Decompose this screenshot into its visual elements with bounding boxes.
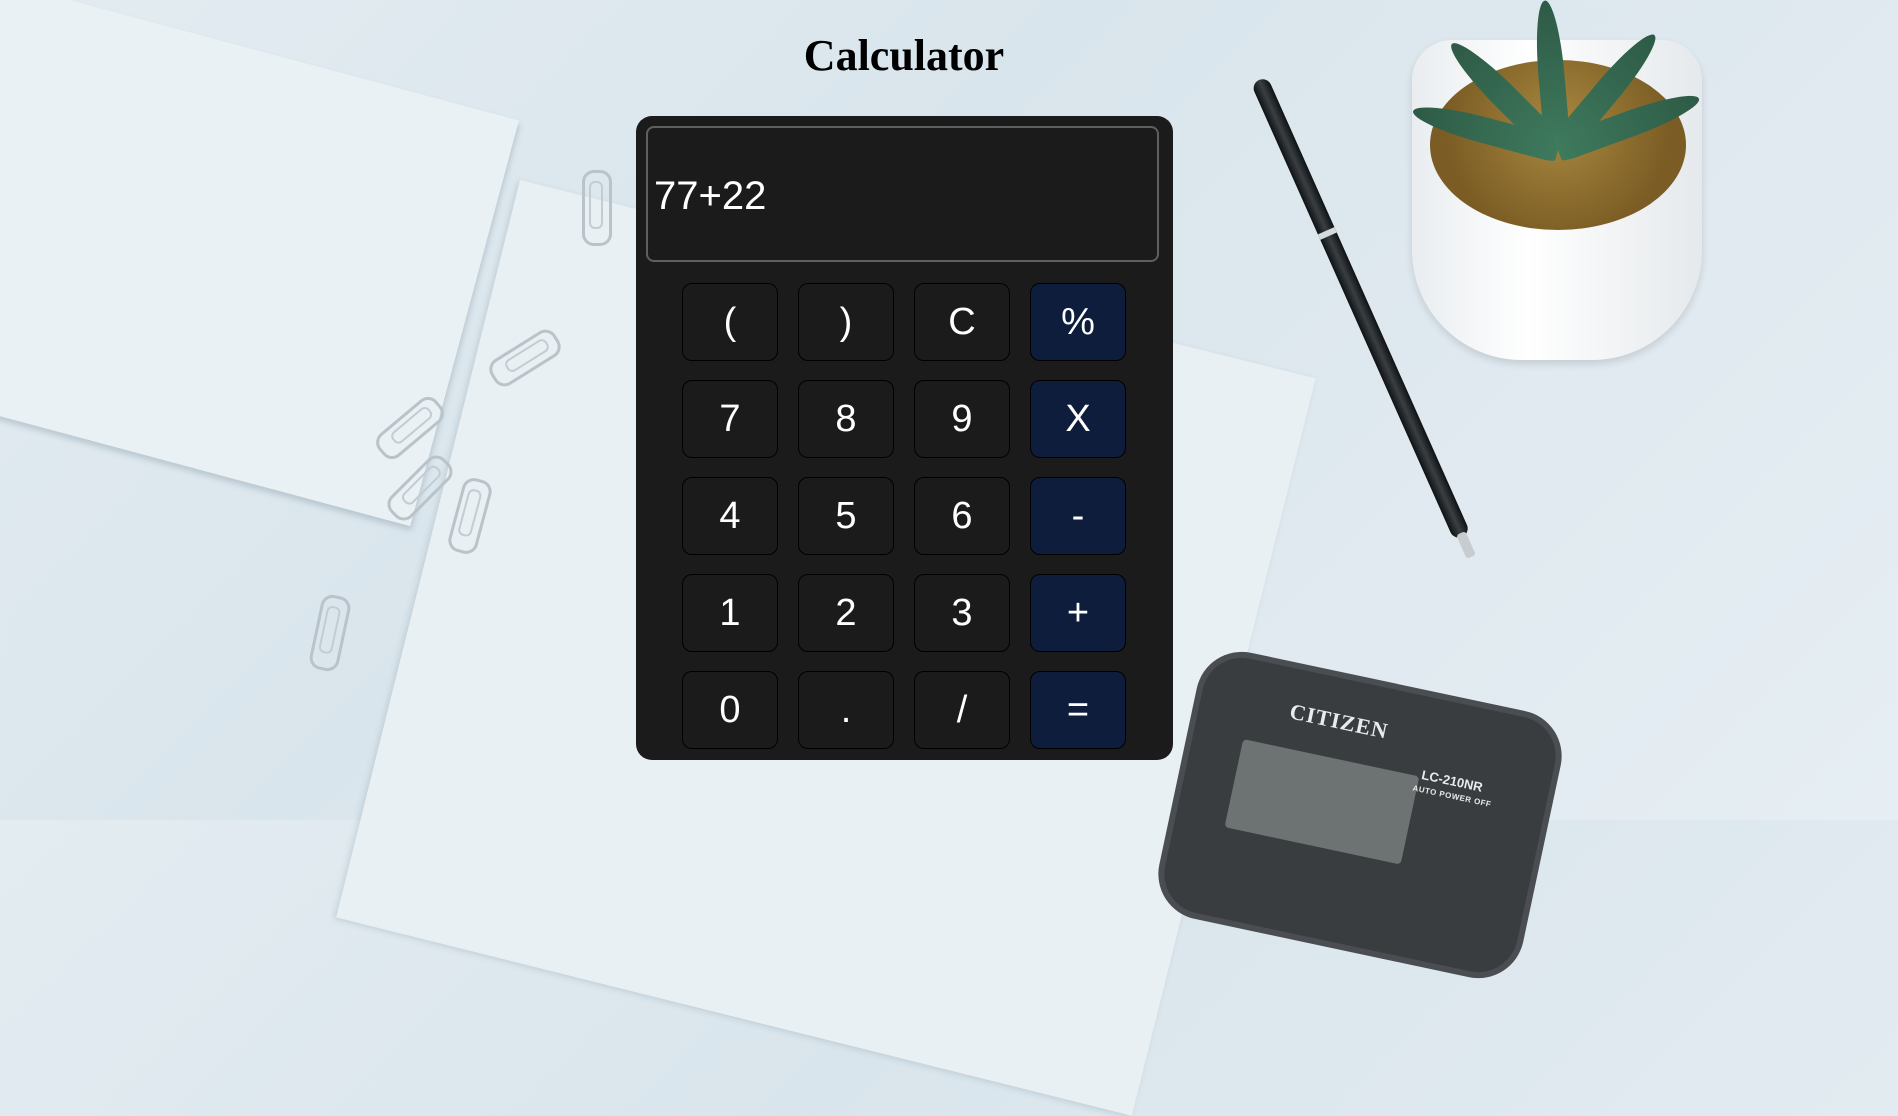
digit-2-key[interactable]: 2 — [798, 574, 894, 652]
divide-key[interactable]: / — [914, 671, 1010, 749]
digit-4-key[interactable]: 4 — [682, 477, 778, 555]
open-paren-key[interactable]: ( — [682, 283, 778, 361]
percent-key[interactable]: % — [1030, 283, 1126, 361]
decimal-key[interactable]: . — [798, 671, 894, 749]
digit-9-key[interactable]: 9 — [914, 380, 1010, 458]
digit-6-key[interactable]: 6 — [914, 477, 1010, 555]
calculator-panel: 77+22 () C% 7 8 9 X 4 5 6- 1 2 3 +0. / = — [636, 116, 1173, 760]
paperclip-icon — [582, 170, 612, 246]
digit-1-key[interactable]: 1 — [682, 574, 778, 652]
digit-0-key[interactable]: 0 — [682, 671, 778, 749]
digit-7-key[interactable]: 7 — [682, 380, 778, 458]
close-paren-key[interactable]: ) — [798, 283, 894, 361]
add-key[interactable]: + — [1030, 574, 1126, 652]
page-title: Calculator — [803, 31, 1005, 80]
clear-key[interactable]: C — [914, 283, 1010, 361]
digit-5-key[interactable]: 5 — [798, 477, 894, 555]
paperclip-icon — [307, 592, 353, 674]
multiply-key[interactable]: X — [1030, 380, 1126, 458]
equals-key[interactable]: = — [1030, 671, 1126, 749]
keypad: () C% 7 8 9 X 4 5 6- 1 2 3 +0. / = — [682, 283, 1126, 749]
background-calculator-image: CITIZEN LC-210NR AUTO POWER OFF — [1156, 650, 1564, 980]
digit-8-key[interactable]: 8 — [798, 380, 894, 458]
digit-3-key[interactable]: 3 — [914, 574, 1010, 652]
background-calculator-screen — [1224, 739, 1420, 865]
subtract-key[interactable]: - — [1030, 477, 1126, 555]
calculator-display[interactable]: 77+22 — [646, 126, 1159, 262]
background-calculator-brand: CITIZEN — [1287, 698, 1391, 744]
